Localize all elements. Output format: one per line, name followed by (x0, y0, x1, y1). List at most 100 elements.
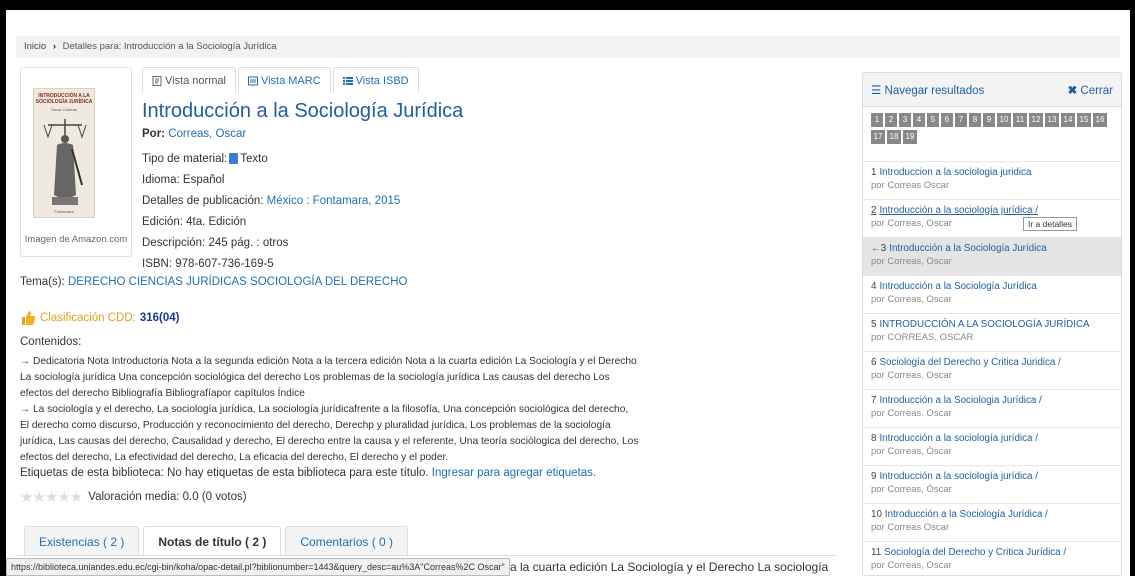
result-item[interactable]: 2 Introducción a la sociología jurídica /… (863, 199, 1121, 237)
result-item[interactable]: 8 Introducción a la sociología jurídica /… (863, 427, 1121, 465)
results-pager: 1 2 3 4 5 6 7 8 9 10 11 12 13 14 15 16 17 18 19 (863, 107, 1121, 152)
result-title-link[interactable]: 1 Introduccion a la sociologia juridica (871, 167, 1113, 178)
tab-normal-view[interactable]: Vista normal (142, 67, 236, 93)
close-label: Cerrar (1080, 85, 1113, 97)
pager-page-button[interactable]: 11 (1013, 113, 1027, 127)
pager-page-button[interactable]: 3 (899, 113, 911, 127)
language-line: Idioma: Español (142, 174, 225, 186)
result-title-link[interactable]: 6 Sociología del Derecho y Critica Juridi… (871, 357, 1113, 368)
document-icon (152, 75, 162, 86)
list-box-icon (247, 76, 258, 85)
pager-page-button[interactable]: 7 (955, 113, 967, 127)
result-title-link[interactable]: 9 Introducción a la sociología jurídica / (871, 471, 1113, 482)
result-number: 9 (871, 471, 877, 482)
result-title-link[interactable]: ←3 Introducción a la Sociología Jurídica (871, 243, 1113, 254)
breadcrumb-current: Detalles para: Introducción a la Sociolo… (62, 41, 277, 52)
author-line: Por: Correas, Oscar (142, 124, 842, 145)
list-icon (342, 76, 353, 85)
pager-page-button[interactable]: 1 (871, 113, 883, 127)
tab-holdings[interactable]: Existencias ( 2 ) (24, 526, 140, 556)
material-type-label: Tipo de material: (142, 153, 228, 165)
result-item[interactable]: 1 Introduccion a la sociologia juridica po… (863, 161, 1121, 199)
result-author: por Correas. Oscar (871, 370, 952, 381)
browser-status-url: https://biblioteca.uniandes.edu.ec/cgi-b… (6, 558, 510, 576)
result-item[interactable]: 6 Sociología del Derecho y Critica Juridi… (863, 351, 1121, 389)
author-link[interactable]: Correas, Oscar (168, 128, 246, 140)
pager-page-button[interactable]: 12 (1029, 113, 1043, 127)
pager-page-button[interactable]: 10 (997, 113, 1011, 127)
login-to-tag-link[interactable]: Ingresar para agregar etiquetas. (432, 467, 596, 479)
pager-page-button[interactable]: 8 (969, 113, 981, 127)
tags-label: Etiquetas de esta biblioteca: (20, 467, 164, 479)
tab-marc-view[interactable]: Vista MARC (237, 67, 331, 93)
book-cover-image[interactable]: INTRODUCCIÓN A LA SOCIOLOGÍA JURÍDICA Ós… (33, 88, 95, 218)
result-title-link[interactable]: 2 Introducción a la sociología jurídica / (871, 205, 1113, 216)
browser-viewport: Inicio › Detalles para: Introducción a l… (6, 10, 1130, 576)
result-title-link[interactable]: 4 Introducción a la Sociología Jurídica (871, 281, 1113, 292)
cover-image-panel: INTRODUCCIÓN A LA SOCIOLOGÍA JURÍDICA Ós… (20, 67, 132, 257)
holdings-tabs: Existencias ( 2 ) Notas de título ( 2 ) … (24, 526, 412, 556)
record-title: Introducción a la Sociología Jurídica (142, 100, 464, 122)
thumbs-up-icon (22, 311, 36, 325)
breadcrumb-home-link[interactable]: Inicio (24, 41, 46, 52)
star-rating-icon[interactable]: ★★★★★ (20, 488, 83, 506)
tab-normal-view-label: Vista normal (165, 74, 226, 87)
result-number: 11 (871, 547, 882, 558)
pager-page-button[interactable]: 17 (871, 130, 885, 144)
pager-page-button[interactable]: 9 (983, 113, 995, 127)
result-number: 6 (871, 357, 877, 368)
pager-page-button[interactable]: 13 (1045, 113, 1059, 127)
pager-page-button[interactable]: 18 (887, 130, 901, 144)
isbn-line: ISBN: 978-607-736-169-5 (142, 258, 274, 270)
result-title-link[interactable]: 11 Sociología del Derecho y Critica Juríd… (871, 547, 1113, 558)
cdd-classification: Clasificación CDD: 316(04) (20, 310, 180, 326)
menu-icon: ☰ (871, 85, 882, 97)
pager-page-button[interactable]: 5 (927, 113, 939, 127)
pager-page-button[interactable]: 14 (1061, 113, 1075, 127)
record-details: Introducción a la Sociología Jurídica Po… (142, 98, 842, 275)
tab-title-notes[interactable]: Notas de título ( 2 ) (143, 526, 282, 556)
close-button[interactable]: ✖ Cerrar (1068, 83, 1113, 97)
result-author: por Correas, Oscar (871, 294, 952, 305)
subject-link[interactable]: DERECHO CIENCIAS JURÍDICAS SOCIOLOGÍA DE… (68, 276, 408, 288)
cover-author-text: Óscar Correas (50, 107, 77, 112)
rating-text: Valoración media: 0.0 (0 votos) (88, 491, 247, 503)
result-title-link[interactable]: 8 Introducción a la sociología jurídica / (871, 433, 1113, 444)
result-item[interactable]: 10 Introducción a la Sociología Jurídica … (863, 503, 1121, 541)
result-item[interactable]: 5 INTRODUCCIÓN A LA SOCIOLOGÍA JURÍDICA po… (863, 313, 1121, 351)
book-icon (229, 153, 239, 164)
browse-results-header: ☰ Navegar resultados ✖ Cerrar (863, 73, 1121, 107)
result-title-link[interactable]: 7 Introducción a la Sociologia Jurídica / (871, 395, 1113, 406)
result-title: Introducción a la Sociología Jurídica / (884, 509, 1048, 520)
publication-link[interactable]: México : Fontamara, 2015 (267, 195, 401, 207)
cover-title-text: INTRODUCCIÓN A LA SOCIOLOGÍA JURÍDICA (35, 93, 93, 105)
pager-page-button[interactable]: 4 (913, 113, 925, 127)
cdd-label: Clasificación CDD: (40, 312, 136, 324)
result-number: ←3 (871, 243, 887, 254)
tab-comments[interactable]: Comentarios ( 0 ) (285, 526, 409, 556)
results-list: 1 Introduccion a la sociologia juridica po… (863, 161, 1121, 575)
contents-notes: → Dedicatoria Nota Introductoria Nota a … (20, 354, 640, 466)
result-item[interactable]: ←3 Introducción a la Sociología Jurídica p… (863, 237, 1121, 275)
result-title-link[interactable]: 10 Introducción a la Sociología Jurídica … (871, 509, 1113, 520)
pager-page-button[interactable]: 15 (1077, 113, 1091, 127)
result-title-link[interactable]: 5 INTRODUCCIÓN A LA SOCIOLOGÍA JURÍDICA (871, 319, 1113, 330)
pager-page-button[interactable]: 6 (941, 113, 953, 127)
material-type-line: Tipo de material: Texto (142, 149, 842, 170)
result-title: Introducción a la sociología jurídica / (879, 471, 1038, 482)
result-author: por Correas, Óscar (871, 446, 952, 457)
publication-line: Detalles de publicación: México : Fontam… (142, 191, 842, 212)
result-author: por Correas, Óscar (871, 484, 952, 495)
tab-marc-view-label: Vista MARC (260, 74, 321, 87)
browse-results-link[interactable]: ☰ Navegar resultados (871, 83, 984, 97)
pager-page-button[interactable]: 2 (885, 113, 897, 127)
result-item[interactable]: 11 Sociología del Derecho y Critica Juríd… (863, 541, 1121, 575)
result-item[interactable]: 9 Introducción a la sociología jurídica /… (863, 465, 1121, 503)
tab-isbd-view[interactable]: Vista ISBD (332, 67, 419, 93)
pager-page-button[interactable]: 19 (903, 130, 917, 144)
cover-caption: Imagen de Amazon.com (24, 234, 128, 245)
result-item[interactable]: 7 Introducción a la Sociologia Jurídica /… (863, 389, 1121, 427)
pager-page-button[interactable]: 16 (1093, 113, 1107, 127)
result-item[interactable]: 4 Introducción a la Sociología Jurídica po… (863, 275, 1121, 313)
result-author: por Correas, Oscar (871, 256, 952, 267)
